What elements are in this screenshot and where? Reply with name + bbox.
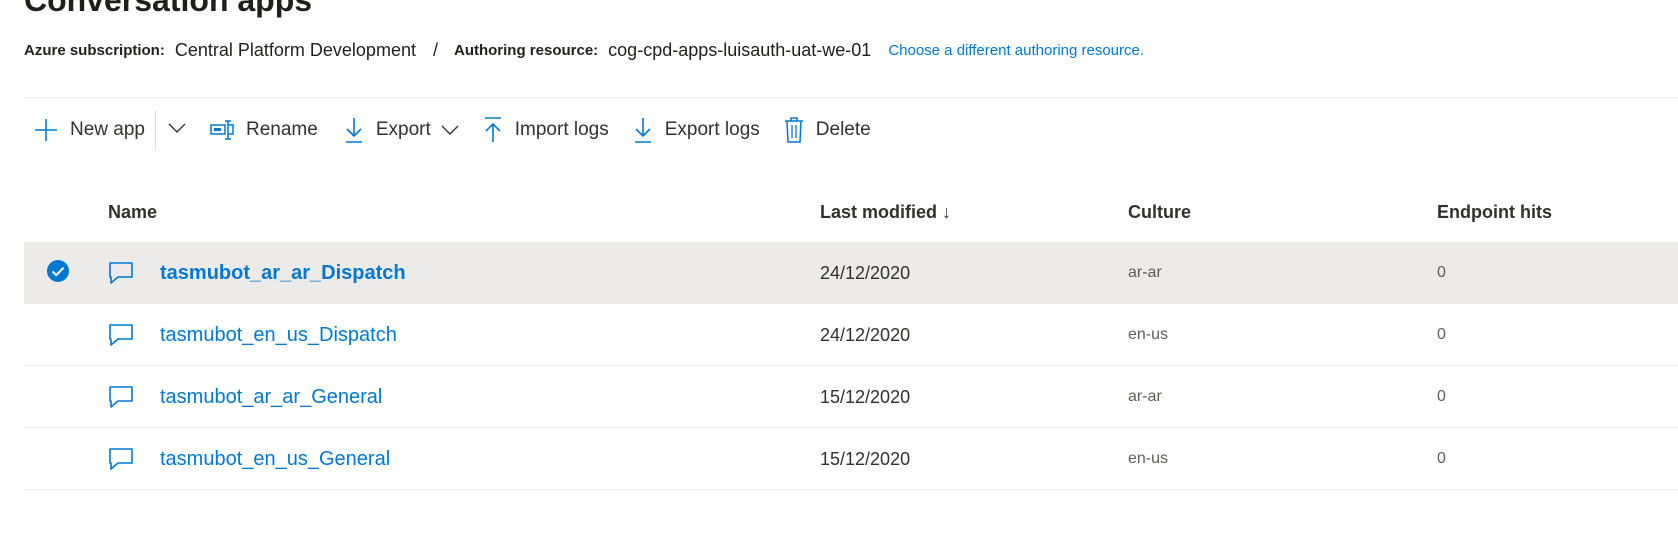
table-row[interactable]: tasmubot_ar_ar_Dispatch 24/12/2020 ar-ar… bbox=[24, 242, 1678, 304]
row-selection-checkbox[interactable] bbox=[46, 366, 70, 428]
export-logs-button[interactable]: Export logs bbox=[623, 110, 770, 150]
subscription-bar: Azure subscription: Central Platform Dev… bbox=[24, 36, 1144, 64]
chat-icon bbox=[108, 261, 134, 285]
table-row[interactable]: tasmubot_ar_ar_General 15/12/2020 ar-ar … bbox=[24, 366, 1678, 428]
app-name-link[interactable]: tasmubot_ar_ar_Dispatch bbox=[160, 262, 406, 285]
row-name-cell: tasmubot_en_us_Dispatch bbox=[108, 304, 397, 366]
row-culture: ar-ar bbox=[1128, 264, 1162, 281]
new-app-dropdown-button[interactable] bbox=[156, 110, 200, 150]
row-name-cell: tasmubot_en_us_General bbox=[108, 428, 390, 490]
change-authoring-resource-link[interactable]: Choose a different authoring resource. bbox=[888, 42, 1144, 59]
export-logs-label: Export logs bbox=[664, 119, 760, 140]
export-button[interactable]: Export bbox=[334, 110, 469, 150]
chat-icon bbox=[108, 447, 134, 471]
apps-table: Name Last modified ↓ Culture Endpoint hi… bbox=[24, 182, 1678, 490]
download-icon bbox=[633, 117, 653, 143]
delete-button[interactable]: Delete bbox=[774, 110, 881, 150]
row-last-modified: 15/12/2020 bbox=[820, 448, 911, 469]
authoring-resource-value: cog-cpd-apps-luisauth-uat-we-01 bbox=[608, 39, 872, 60]
row-name-cell: tasmubot_ar_ar_General bbox=[108, 366, 382, 428]
row-last-modified: 24/12/2020 bbox=[820, 324, 911, 345]
download-icon bbox=[344, 117, 364, 143]
row-culture: ar-ar bbox=[1128, 388, 1162, 405]
chevron-down-icon bbox=[441, 124, 459, 136]
rename-label: Rename bbox=[246, 119, 318, 140]
column-header-endpoint-hits[interactable]: Endpoint hits bbox=[1437, 182, 1552, 242]
row-last-modified: 15/12/2020 bbox=[820, 386, 911, 407]
table-header: Name Last modified ↓ Culture Endpoint hi… bbox=[24, 182, 1678, 242]
command-bar: New app Rename Export Import logs Export… bbox=[24, 110, 881, 150]
app-name-link[interactable]: tasmubot_ar_ar_General bbox=[160, 386, 382, 409]
chat-icon bbox=[108, 385, 134, 409]
row-selection-checkbox[interactable] bbox=[46, 428, 70, 490]
trash-icon bbox=[784, 117, 804, 143]
column-header-name[interactable]: Name bbox=[108, 182, 157, 242]
chevron-down-icon bbox=[168, 121, 186, 139]
column-header-culture[interactable]: Culture bbox=[1128, 182, 1191, 242]
breadcrumb-separator: / bbox=[432, 39, 438, 60]
upload-icon bbox=[483, 117, 503, 143]
row-culture: en-us bbox=[1128, 326, 1169, 343]
new-app-button[interactable]: New app bbox=[24, 110, 155, 150]
import-logs-button[interactable]: Import logs bbox=[473, 110, 619, 150]
subscription-value: Central Platform Development bbox=[174, 39, 416, 60]
rename-icon bbox=[210, 120, 234, 140]
check-circle-icon bbox=[46, 259, 70, 288]
authoring-resource-label: Authoring resource: bbox=[453, 41, 599, 59]
row-last-modified: 24/12/2020 bbox=[820, 262, 911, 283]
app-name-link[interactable]: tasmubot_en_us_Dispatch bbox=[160, 324, 397, 347]
export-label: Export bbox=[375, 119, 431, 140]
delete-label: Delete bbox=[815, 119, 871, 140]
chat-icon bbox=[108, 323, 134, 347]
column-header-last-modified[interactable]: Last modified ↓ bbox=[820, 182, 951, 242]
subscription-label: Azure subscription: bbox=[24, 41, 165, 59]
table-row[interactable]: tasmubot_en_us_General 15/12/2020 en-us … bbox=[24, 428, 1678, 490]
page-title: Conversation apps bbox=[24, 0, 313, 18]
row-culture: en-us bbox=[1128, 450, 1169, 467]
plus-icon bbox=[34, 118, 58, 142]
row-endpoint-hits: 0 bbox=[1437, 450, 1446, 467]
new-app-label: New app bbox=[70, 119, 145, 140]
toolbar-divider bbox=[24, 97, 1678, 98]
app-name-link[interactable]: tasmubot_en_us_General bbox=[160, 448, 390, 471]
row-endpoint-hits: 0 bbox=[1437, 264, 1446, 281]
row-name-cell: tasmubot_ar_ar_Dispatch bbox=[108, 242, 406, 304]
row-endpoint-hits: 0 bbox=[1437, 326, 1446, 343]
row-selection-checkbox[interactable] bbox=[46, 304, 70, 366]
rename-button[interactable]: Rename bbox=[200, 110, 328, 150]
row-endpoint-hits: 0 bbox=[1437, 388, 1446, 405]
table-row[interactable]: tasmubot_en_us_Dispatch 24/12/2020 en-us… bbox=[24, 304, 1678, 366]
row-selection-checkbox[interactable] bbox=[46, 242, 70, 304]
import-logs-label: Import logs bbox=[514, 119, 609, 140]
